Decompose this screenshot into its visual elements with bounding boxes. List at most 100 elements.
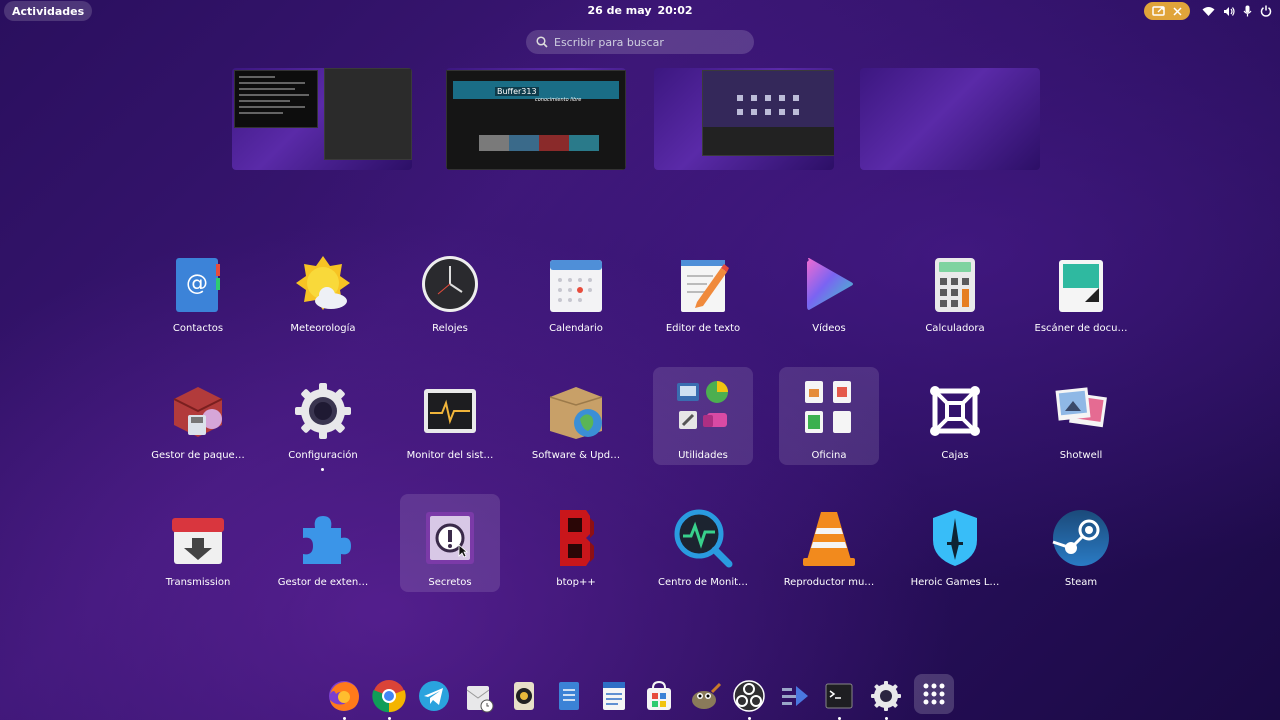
text-editor-icon bbox=[559, 682, 579, 710]
dock-item-audio-player[interactable] bbox=[506, 678, 542, 714]
top-bar: Actividades 26 de may 20:02 bbox=[0, 0, 1280, 22]
volume-icon bbox=[1224, 6, 1235, 16]
app-label: Heroic Games L… bbox=[910, 577, 1000, 588]
workspace-thumbnail[interactable]: Buffer313 conocimiento libre bbox=[446, 68, 626, 170]
clock-date: 26 de may bbox=[587, 4, 652, 17]
app-extensions-manager[interactable]: Gestor de exten… bbox=[273, 500, 373, 598]
workspace-thumbnail[interactable] bbox=[860, 68, 1040, 170]
app-contacts[interactable]: @ Contactos bbox=[148, 246, 248, 344]
app-label: Escáner de docu… bbox=[1034, 323, 1128, 334]
calculator-icon bbox=[935, 258, 975, 312]
steam-icon bbox=[1052, 510, 1109, 566]
app-label: Editor de texto bbox=[665, 323, 741, 334]
app-settings[interactable]: Configuración bbox=[273, 373, 373, 471]
boxes-icon bbox=[930, 386, 980, 436]
scanner-icon bbox=[1059, 260, 1103, 312]
app-label: Cajas bbox=[941, 450, 969, 461]
app-label: Centro de Monit… bbox=[657, 577, 749, 588]
dock-item-settings[interactable] bbox=[868, 678, 904, 720]
app-videos[interactable]: Vídeos bbox=[779, 246, 879, 344]
app-package-manager[interactable]: Gestor de paque… bbox=[148, 373, 248, 471]
dock-item-telegram[interactable] bbox=[416, 678, 452, 714]
blog-subtitle: conocimiento libre bbox=[535, 97, 582, 103]
workspace-thumbnail[interactable] bbox=[654, 68, 834, 170]
app-steam[interactable]: Steam bbox=[1031, 500, 1131, 598]
app-label: Meteorología bbox=[290, 323, 356, 334]
settings-window-preview bbox=[324, 68, 412, 160]
app-grid-window-preview bbox=[702, 70, 834, 156]
dock-item-text-editor[interactable] bbox=[551, 678, 587, 714]
dock-item-flow[interactable] bbox=[776, 678, 812, 714]
app-monitoring-center[interactable]: Centro de Monit… bbox=[653, 500, 753, 598]
vlc-icon bbox=[803, 512, 855, 566]
app-heroic-games[interactable]: Heroic Games L… bbox=[905, 500, 1005, 598]
app-boxes[interactable]: Cajas bbox=[905, 373, 1005, 471]
clock-icon bbox=[422, 256, 478, 312]
search-bar[interactable] bbox=[526, 30, 754, 54]
system-status[interactable] bbox=[1202, 2, 1272, 20]
app-system-monitor[interactable]: Monitor del sist… bbox=[400, 373, 500, 471]
dock-item-mail[interactable] bbox=[461, 678, 497, 714]
app-btop[interactable]: btop++ bbox=[526, 500, 626, 598]
app-label: Secretos bbox=[428, 577, 472, 588]
clock-time: 20:02 bbox=[657, 4, 693, 17]
app-calendar[interactable]: Calendario bbox=[526, 246, 626, 344]
videos-icon bbox=[807, 258, 853, 310]
app-music-player[interactable]: Reproductor mu… bbox=[779, 500, 879, 598]
clock[interactable]: 26 de may 20:02 bbox=[0, 4, 1280, 17]
app-transmission[interactable]: Transmission bbox=[148, 500, 248, 598]
telegram-icon bbox=[419, 681, 449, 711]
app-label: Software & Upd… bbox=[531, 450, 621, 461]
app-shotwell[interactable]: Shotwell bbox=[1031, 373, 1131, 471]
terminal-icon bbox=[825, 683, 853, 709]
workspace-thumbnail[interactable] bbox=[232, 68, 412, 170]
app-label: Shotwell bbox=[1059, 450, 1103, 461]
terminal-text-preview bbox=[239, 76, 309, 114]
app-label: Steam bbox=[1064, 577, 1098, 588]
app-clocks[interactable]: Relojes bbox=[400, 246, 500, 344]
folder-utilities[interactable]: Utilidades bbox=[653, 367, 753, 465]
app-label: Calculadora bbox=[925, 323, 985, 334]
secrets-icon bbox=[426, 512, 474, 564]
app-secrets[interactable]: Secretos bbox=[400, 494, 500, 592]
app-grid-icon bbox=[923, 683, 945, 705]
dock-item-chrome[interactable] bbox=[371, 678, 407, 720]
app-text-editor[interactable]: Editor de texto bbox=[653, 246, 753, 344]
app-calculator[interactable]: Calculadora bbox=[905, 246, 1005, 344]
office-folder-icon bbox=[805, 381, 851, 433]
dock-item-software-store[interactable] bbox=[641, 678, 677, 714]
microphone-icon bbox=[1243, 5, 1252, 17]
dock-item-app-grid[interactable] bbox=[914, 674, 954, 714]
dock-item-writer[interactable] bbox=[596, 678, 632, 714]
dock-item-terminal[interactable] bbox=[821, 678, 857, 720]
app-label: Transmission bbox=[165, 577, 231, 588]
browser-window-preview: Buffer313 conocimiento libre bbox=[446, 70, 626, 170]
shotwell-icon bbox=[1055, 387, 1107, 428]
dock-item-obs[interactable] bbox=[731, 678, 767, 720]
dock-item-firefox[interactable] bbox=[326, 678, 362, 720]
app-label: Calendario bbox=[549, 323, 603, 334]
app-weather[interactable]: Meteorología bbox=[273, 246, 373, 344]
software-store-icon bbox=[647, 680, 671, 710]
writer-icon bbox=[603, 682, 625, 710]
app-label: btop++ bbox=[556, 577, 596, 588]
blog-thumbnails bbox=[479, 135, 599, 151]
search-input[interactable] bbox=[552, 34, 746, 50]
software-updates-icon bbox=[549, 387, 603, 439]
dock bbox=[318, 670, 958, 720]
mouse-cursor-icon bbox=[458, 544, 468, 558]
btop-icon bbox=[560, 510, 594, 566]
app-document-scanner[interactable]: Escáner de docu… bbox=[1031, 246, 1131, 344]
app-grid-preview bbox=[703, 95, 834, 155]
folder-office[interactable]: Oficina bbox=[779, 367, 879, 465]
settings-icon bbox=[295, 383, 351, 439]
search-icon bbox=[536, 36, 548, 48]
app-software-updates[interactable]: Software & Upd… bbox=[526, 373, 626, 471]
utilities-folder-icon bbox=[677, 381, 728, 429]
dock-item-gimp[interactable] bbox=[686, 678, 722, 714]
mail-icon bbox=[466, 686, 494, 713]
screen-share-indicator[interactable] bbox=[1144, 2, 1190, 20]
monitor-center-icon bbox=[674, 509, 733, 568]
gimp-icon bbox=[692, 682, 722, 709]
close-icon[interactable] bbox=[1173, 6, 1182, 16]
